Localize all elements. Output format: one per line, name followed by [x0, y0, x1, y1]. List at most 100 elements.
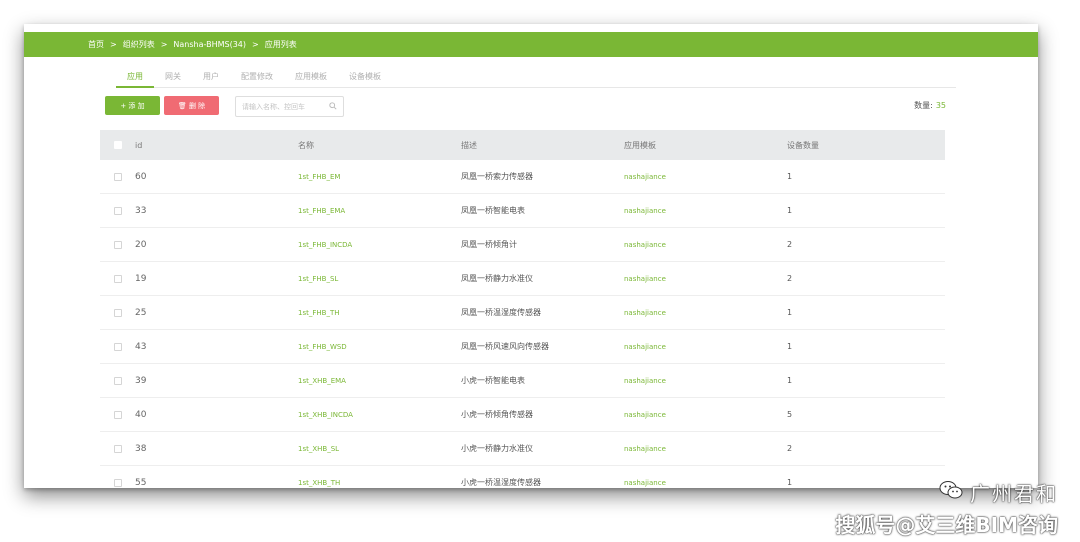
table-row[interactable]: 25 1st_FHB_TH 凤凰一桥温湿度传感器 nashajiance 1 [100, 296, 945, 330]
row-description: 小虎一桥静力水准仪 [461, 444, 533, 453]
breadcrumb-separator: > [252, 40, 259, 49]
table-row[interactable]: 33 1st_FHB_EMA 凤凰一桥智能电表 nashajiance 1 [100, 194, 945, 228]
row-template-link[interactable]: nashajiance [624, 445, 787, 453]
row-template-link[interactable]: nashajiance [624, 309, 787, 317]
watermark-line1: 广州君和 [835, 478, 1058, 507]
row-device-count: 2 [787, 444, 793, 453]
row-template-link[interactable]: nashajiance [624, 343, 787, 351]
row-description: 凤凰一桥风速风向传感器 [461, 342, 549, 351]
watermark: 广州君和 搜狐号@艾三维BIM咨询 [835, 478, 1058, 538]
tab-users[interactable]: 用户 [192, 66, 230, 88]
row-name-link[interactable]: 1st_FHB_EMA [298, 207, 461, 215]
row-description: 凤凰一桥索力传感器 [461, 172, 533, 181]
row-description: 凤凰一桥倾角计 [461, 240, 517, 249]
row-id: 33 [135, 205, 147, 216]
col-template[interactable]: 应用模板 [624, 140, 787, 151]
row-checkbox-cell [100, 444, 135, 453]
add-button[interactable]: + 添 加 [105, 96, 160, 115]
watermark-line2: 搜狐号@艾三维BIM咨询 [835, 513, 1058, 537]
add-button-label: + 添 加 [120, 101, 145, 110]
item-count: 数量: 35 [914, 100, 946, 111]
row-template-link[interactable]: nashajiance [624, 207, 787, 215]
row-name-link[interactable]: 1st_FHB_INCDA [298, 241, 461, 249]
breadcrumb-org[interactable]: Nansha-BHMS(34) [173, 40, 246, 49]
row-id: 25 [135, 307, 147, 318]
tab-app-template[interactable]: 应用模板 [284, 66, 338, 88]
row-description: 凤凰一桥静力水准仪 [461, 274, 533, 283]
row-checkbox[interactable] [113, 342, 122, 351]
row-id: 55 [135, 477, 147, 488]
row-device-count: 1 [787, 308, 793, 317]
row-description: 小虎一桥倾角传感器 [461, 410, 533, 419]
row-checkbox[interactable] [113, 444, 122, 453]
row-name-link[interactable]: 1st_XHB_SL [298, 445, 461, 453]
row-checkbox[interactable] [113, 274, 122, 283]
search-input[interactable]: 请输入名称、控回车 [235, 96, 344, 117]
row-template-link[interactable]: nashajiance [624, 241, 787, 249]
row-checkbox[interactable] [113, 376, 122, 385]
breadcrumb-separator: > [160, 40, 168, 49]
row-id: 60 [135, 171, 147, 182]
row-checkbox[interactable] [113, 478, 122, 487]
row-checkbox-cell [100, 478, 135, 487]
col-name[interactable]: 名称 [298, 140, 461, 151]
row-device-count: 1 [787, 172, 793, 181]
tab-gateway[interactable]: 网关 [154, 66, 192, 88]
table-row[interactable]: 38 1st_XHB_SL 小虎一桥静力水准仪 nashajiance 2 [100, 432, 945, 466]
row-name-link[interactable]: 1st_XHB_INCDA [298, 411, 461, 419]
col-id[interactable]: id [135, 141, 298, 150]
table-row[interactable]: 20 1st_FHB_INCDA 凤凰一桥倾角计 nashajiance 2 [100, 228, 945, 262]
row-checkbox-cell [100, 376, 135, 385]
breadcrumb-home[interactable]: 首页 [88, 39, 104, 50]
row-name-link[interactable]: 1st_FHB_SL [298, 275, 461, 283]
table-header: id 名称 描述 应用模板 设备数量 [100, 130, 945, 160]
row-checkbox[interactable] [113, 410, 122, 419]
breadcrumb-separator: > [110, 40, 117, 49]
table-row[interactable]: 55 1st_XHB_TH 小虎一桥温湿度传感器 nashajiance 1 [100, 466, 945, 488]
row-name-link[interactable]: 1st_XHB_EMA [298, 377, 461, 385]
row-id: 19 [135, 273, 147, 284]
table-row[interactable]: 39 1st_XHB_EMA 小虎一桥智能电表 nashajiance 1 [100, 364, 945, 398]
col-device-count[interactable]: 设备数量 [787, 140, 945, 151]
row-template-link[interactable]: nashajiance [624, 377, 787, 385]
search-icon[interactable] [329, 101, 337, 112]
table-row[interactable]: 19 1st_FHB_SL 凤凰一桥静力水准仪 nashajiance 2 [100, 262, 945, 296]
breadcrumb-org-list[interactable]: 组织列表 [123, 39, 155, 50]
row-name-link[interactable]: 1st_FHB_TH [298, 309, 461, 317]
row-template-link[interactable]: nashajiance [624, 479, 787, 487]
row-name-link[interactable]: 1st_FHB_WSD [298, 343, 461, 351]
select-all-checkbox[interactable] [113, 141, 122, 149]
table-row[interactable]: 40 1st_XHB_INCDA 小虎一桥倾角传感器 nashajiance 5 [100, 398, 945, 432]
row-name-link[interactable]: 1st_XHB_TH [298, 479, 461, 487]
row-template-link[interactable]: nashajiance [624, 173, 787, 181]
row-device-count: 2 [787, 240, 793, 249]
row-checkbox[interactable] [113, 308, 122, 317]
row-id: 38 [135, 443, 147, 454]
tab-config[interactable]: 配置修改 [230, 66, 284, 88]
row-id: 39 [135, 375, 147, 386]
row-device-count: 1 [787, 376, 793, 385]
row-id: 20 [135, 239, 147, 250]
tab-device-template[interactable]: 设备模板 [338, 66, 392, 88]
row-description: 凤凰一桥智能电表 [461, 206, 525, 215]
wechat-icon [938, 480, 964, 505]
row-checkbox-cell [100, 240, 135, 249]
row-checkbox-cell [100, 342, 135, 351]
row-name-link[interactable]: 1st_FHB_EM [298, 173, 461, 181]
row-checkbox[interactable] [113, 206, 122, 215]
search-placeholder: 请输入名称、控回车 [242, 102, 305, 111]
row-checkbox[interactable] [113, 172, 122, 181]
col-desc[interactable]: 描述 [461, 140, 624, 151]
row-checkbox-cell [100, 172, 135, 181]
table-body: 60 1st_FHB_EM 凤凰一桥索力传感器 nashajiance 1 33 1st_F… [100, 160, 945, 488]
table-row[interactable]: 60 1st_FHB_EM 凤凰一桥索力传感器 nashajiance 1 [100, 160, 945, 194]
delete-button[interactable]: 🗑 删 除 [164, 96, 219, 115]
tab-apps[interactable]: 应用 [116, 66, 154, 88]
row-device-count: 1 [787, 342, 793, 351]
row-checkbox[interactable] [113, 240, 122, 249]
table-row[interactable]: 43 1st_FHB_WSD 凤凰一桥风速风向传感器 nashajiance 1 [100, 330, 945, 364]
select-all-cell [100, 141, 135, 149]
delete-button-label: 🗑 删 除 [177, 101, 206, 110]
row-template-link[interactable]: nashajiance [624, 275, 787, 283]
row-template-link[interactable]: nashajiance [624, 411, 787, 419]
